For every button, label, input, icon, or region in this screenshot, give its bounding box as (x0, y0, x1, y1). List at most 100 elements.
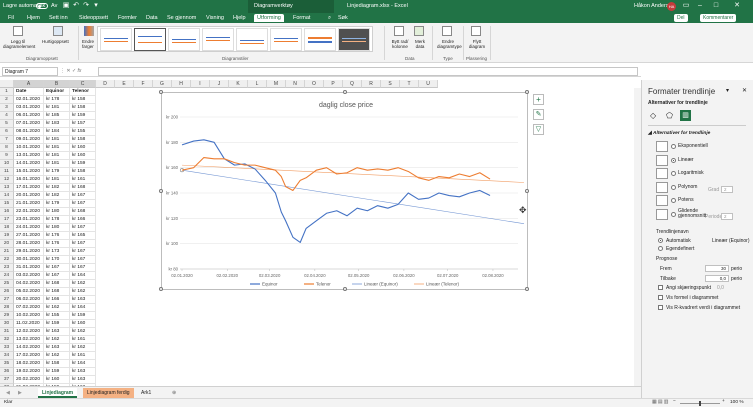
row-header[interactable]: 29 (0, 312, 14, 320)
grid-cell[interactable]: Equinor (44, 88, 70, 96)
name-box[interactable]: Diagram 7 (2, 67, 58, 76)
grid-cell[interactable]: kr 180 (44, 224, 70, 232)
grid-cell[interactable]: 10.02.2020 (14, 312, 44, 320)
grid-cell[interactable]: kr 164 (70, 360, 96, 368)
trendline-type-radio[interactable] (671, 211, 676, 217)
trendline-type-icon[interactable] (656, 168, 668, 179)
row-header[interactable]: 12 (0, 176, 14, 184)
grid-cell[interactable]: kr 155 (70, 128, 96, 136)
trendline-type-radio[interactable] (671, 171, 676, 176)
grid-cell[interactable]: kr 168 (44, 280, 70, 288)
column-header[interactable]: S (381, 80, 400, 88)
comments-button[interactable]: Kommentarer (700, 14, 737, 22)
tab-se-gjennom[interactable]: Se gjennom (167, 15, 196, 21)
tab-hjelp[interactable]: Hjelp (233, 15, 246, 21)
column-header[interactable]: Q (343, 80, 362, 88)
grid-cell[interactable]: kr 180 (44, 208, 70, 216)
row-header[interactable]: 6 (0, 128, 14, 136)
tab-format[interactable]: Format (293, 15, 310, 21)
save-icon[interactable]: ▣ (62, 2, 70, 10)
row-header[interactable]: 31 (0, 328, 14, 336)
grid-cell[interactable]: kr 170 (44, 256, 70, 264)
row-header[interactable]: 17 (0, 216, 14, 224)
tab-hjem[interactable]: Hjem (27, 15, 40, 21)
zoom-thumb[interactable] (699, 401, 701, 406)
chart-style-5[interactable] (236, 28, 268, 51)
chart-style-4[interactable] (202, 28, 234, 51)
resize-handle[interactable] (343, 90, 347, 94)
grid-cell[interactable]: kr 182 (44, 184, 70, 192)
row-header[interactable]: 18 (0, 224, 14, 232)
column-header[interactable]: D (96, 80, 115, 88)
row-header[interactable]: 13 (0, 184, 14, 192)
tab-sok[interactable]: Søk (338, 15, 348, 21)
grid-cell[interactable]: kr 159 (44, 320, 70, 328)
backward-input[interactable]: 0,0 (705, 275, 729, 282)
column-header[interactable]: O (305, 80, 324, 88)
pane-close-icon[interactable]: ✕ (742, 87, 747, 94)
column-header[interactable]: A (14, 80, 44, 88)
column-header[interactable]: P (324, 80, 343, 88)
grid-cell[interactable]: 16.01.2020 (14, 176, 44, 184)
chart-title[interactable]: daglig close price (319, 102, 373, 109)
quick-layout-button[interactable]: Hurtigoppsett (42, 39, 69, 44)
trendline-type-radio[interactable] (671, 184, 676, 190)
maximize-icon[interactable]: □ (712, 2, 720, 10)
grid-cell[interactable]: 07.02.2020 (14, 304, 44, 312)
row-header[interactable]: 11 (0, 168, 14, 176)
customize-qat-icon[interactable]: ▾ (92, 2, 100, 10)
grid-cell[interactable]: kr 167 (70, 224, 96, 232)
grid-cell[interactable]: kr 161 (70, 336, 96, 344)
redo-icon[interactable]: ↷ (82, 2, 90, 10)
grid-cell[interactable]: kr 159 (44, 368, 70, 376)
trendline-options-icon[interactable]: ▥ (680, 110, 691, 121)
grid-cell[interactable]: 23.01.2020 (14, 216, 44, 224)
grid-cell[interactable]: 13.02.2020 (14, 336, 44, 344)
grid-cell[interactable]: kr 167 (70, 248, 96, 256)
tab-formler[interactable]: Formler (118, 15, 137, 21)
move-chart-icon[interactable] (471, 26, 481, 36)
autosave-toggle[interactable] (36, 3, 48, 9)
grid-cell[interactable]: kr 161 (70, 352, 96, 360)
section-header[interactable]: ◢ Alternativer for trendlinje (648, 131, 710, 136)
row-header[interactable]: 28 (0, 304, 14, 312)
resize-handle[interactable] (525, 287, 529, 291)
chart-elements-button[interactable]: + (533, 94, 544, 105)
grid-cell[interactable]: kr 155 (44, 312, 70, 320)
row-header[interactable]: 15 (0, 200, 14, 208)
trendline-type-icon[interactable] (656, 141, 668, 152)
grid-cell[interactable]: 20.01.2020 (14, 192, 44, 200)
grid-cell[interactable]: kr 181 (44, 160, 70, 168)
grid-cell[interactable]: 18.02.2020 (14, 360, 44, 368)
column-header[interactable]: H (172, 80, 191, 88)
grid-cell[interactable]: kr 158 (70, 96, 96, 104)
resize-handle[interactable] (159, 90, 163, 94)
resize-handle[interactable] (159, 189, 163, 193)
grid-cell[interactable]: kr 162 (44, 336, 70, 344)
search-icon[interactable]: ⌕ (328, 15, 331, 22)
grid-cell[interactable]: kr 167 (44, 272, 70, 280)
grid-cell[interactable]: kr 168 (70, 208, 96, 216)
column-header[interactable]: C (70, 80, 96, 88)
column-header[interactable]: M (267, 80, 286, 88)
trendline-type-icon[interactable] (656, 208, 668, 220)
zoom-in-icon[interactable]: + (722, 399, 725, 404)
forward-input[interactable]: 30 (705, 265, 729, 272)
trendlines[interactable] (179, 164, 525, 225)
order-input[interactable]: 2 (721, 186, 733, 193)
grid-cell[interactable]: kr 183 (44, 120, 70, 128)
row-header[interactable]: 26 (0, 288, 14, 296)
trendline-type-icon[interactable] (656, 154, 668, 166)
row-header[interactable]: 10 (0, 160, 14, 168)
line-chart[interactable]: daglig close price kr 80 kr 100 kr 120 kr 1… (159, 90, 529, 291)
grid-cell[interactable]: kr 166 (44, 296, 70, 304)
select-data-icon[interactable] (414, 26, 424, 36)
grid-cell[interactable]: 22.01.2020 (14, 208, 44, 216)
grid-cell[interactable]: kr 164 (70, 272, 96, 280)
tab-fil[interactable]: Fil (8, 15, 14, 21)
row-header[interactable]: 5 (0, 120, 14, 128)
tab-visning[interactable]: Visning (206, 15, 224, 21)
minimize-icon[interactable]: – (696, 2, 704, 10)
x-axis[interactable]: 02.01.2020 02.02.2020 02.03.2020 02.04.2020… (171, 268, 518, 278)
sheet-tab-ark1[interactable]: Ark1 (137, 388, 155, 398)
